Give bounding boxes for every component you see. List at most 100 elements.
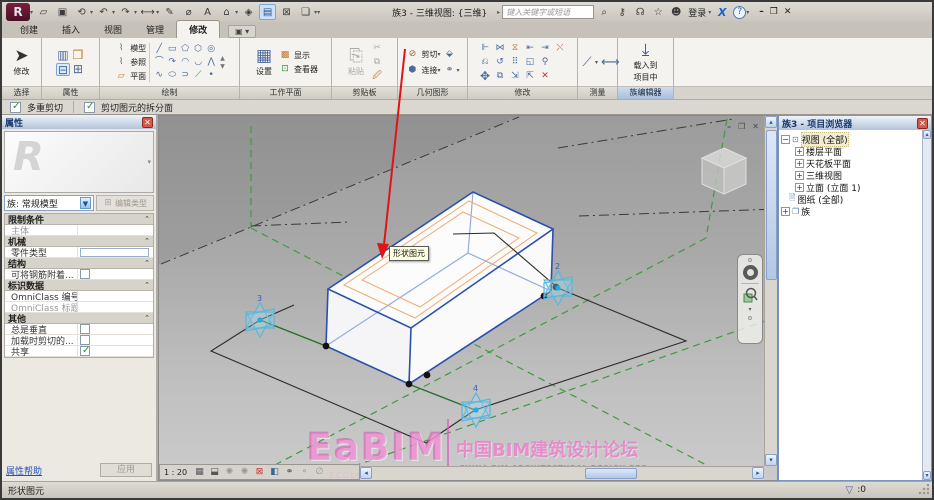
browser-scroll-up-icon[interactable]: ▴ [923,130,931,139]
mirror-axis-icon[interactable]: ⋈ [493,42,507,55]
view-close-icon[interactable]: ✕ [752,122,759,131]
navbar-dot[interactable] [748,316,752,320]
draw-scroll-down-icon[interactable]: ▼ [220,63,225,70]
tab-manage[interactable]: 管理 [134,21,176,38]
draw-circle-icon[interactable]: ◎ [204,43,218,56]
sync-caret-icon[interactable]: ▾ [90,9,93,16]
tree-item-3d-views[interactable]: + 三维视图 [781,169,922,181]
panel-label-select[interactable]: 选择 [2,86,41,99]
type-selector[interactable]: 族: 常规模型 ▼ [4,195,94,211]
show-crop-icon[interactable]: ◧ [268,467,281,477]
move-icon[interactable]: ✥ [478,70,492,83]
draw-line-icon[interactable]: ╱ [152,43,166,56]
scroll-right-icon[interactable]: ▸ [752,467,764,479]
draw-partial-ellipse-icon[interactable]: ⊃ [178,69,192,82]
search-input[interactable]: 键入关键字或短语 [502,5,594,19]
undo-icon[interactable]: ↶ [95,4,112,20]
join-end-icon[interactable]: ⇱ [523,70,537,83]
measure-icon[interactable]: ⌀ [180,4,197,20]
cut-with-voids-checkbox[interactable] [80,335,90,345]
apply-button[interactable]: 应用 [100,463,152,477]
horizontal-scroll-thumb[interactable] [585,468,637,479]
unpin-icon[interactable]: ⇲ [508,70,522,83]
show-work-plane-button[interactable]: ▩显示 [278,49,310,62]
close-button[interactable]: ✕ [784,7,792,17]
draw-ellipse-icon[interactable]: ⬭ [165,69,179,82]
panel-label-measure[interactable]: 测量 [578,86,617,99]
array-icon[interactable]: ⠿ [508,56,522,69]
cut-scissors-icon[interactable]: ✂ [370,42,384,55]
family-types-icon[interactable]: ❒ [71,49,85,62]
horizontal-scrollbar[interactable]: ◂ ▸ [360,466,764,480]
scroll-left-icon[interactable]: ◂ [360,467,372,479]
sync-icon[interactable]: ⟲ [73,4,90,20]
communication-center-icon[interactable]: ☊ [632,7,648,18]
properties-close-icon[interactable]: ✕ [142,117,153,128]
split-faces-checkbox[interactable] [84,102,95,113]
tree-item-views[interactable]: − ⊡ 视图 (全部) [781,133,922,145]
open-icon[interactable]: ▱ [35,4,52,20]
view-minimize-icon[interactable]: – [727,122,731,131]
mirror-pick-icon[interactable]: ⧖ [508,42,522,55]
help-icon[interactable]: ? [733,6,746,19]
draw-tangent-arc-icon[interactable]: ◠ [178,56,192,69]
scale-button[interactable]: 1 : 20 [164,468,187,477]
default-3d-view-icon[interactable]: ⌂ [218,4,235,20]
prop-row-host[interactable]: 主体 [5,225,153,236]
rotate-icon[interactable]: ↺ [493,56,507,69]
panel-label-properties[interactable]: 属性 [42,86,99,99]
draw-plane-button[interactable]: ▱平面 [114,70,146,83]
zoom-caret-icon[interactable]: ▾ [748,306,751,313]
type-selector-caret-icon[interactable]: ▼ [80,197,91,209]
draw-rectangle-icon[interactable]: ▭ [165,43,179,56]
draw-spline2-icon[interactable]: ∿ [152,69,166,82]
navbar-collapse-dot[interactable] [748,258,752,262]
copy-icon[interactable]: ⧉ [370,56,384,69]
title-flyout-icon[interactable]: ▸ [497,9,500,16]
text-icon[interactable]: A [199,4,216,20]
browser-scrollbar[interactable]: ▴ ▾ [922,130,931,480]
search-icon[interactable]: ⌕ [596,7,612,18]
panel-label-clipboard[interactable]: 剪贴板 [332,86,397,99]
tab-modify[interactable]: 修改 [176,20,220,38]
properties-palette-icon[interactable]: ▥ [56,49,70,62]
tree-item-ceiling-plans[interactable]: + 天花板平面 [781,157,922,169]
reveal-hidden-icon[interactable]: ⚬ [298,467,311,477]
load-into-project-button[interactable]: ⤓ 载入到 项目中 [631,40,661,84]
draw-reference-line-button[interactable]: ⌇参照 [114,56,146,69]
save-icon[interactable]: ▣ [54,4,71,20]
set-work-plane-button[interactable]: ▦ 设置 [253,46,275,78]
user-icon[interactable]: ☻ [668,7,684,18]
delete-icon[interactable]: ✕ [538,70,552,83]
filter-icon[interactable]: ▽ [846,485,854,496]
visual-style-icon[interactable]: ⬓ [208,467,221,477]
draw-scroll-up-icon[interactable]: ▲ [220,55,225,62]
split-icon[interactable]: ⤬ [553,42,567,55]
type-properties-icon[interactable]: ⊞ [71,63,85,76]
dimension-caret-icon[interactable]: ▾ [156,9,159,16]
redo-caret-icon[interactable]: ▾ [134,9,137,16]
subscription-key-icon[interactable]: ⚷ [614,7,630,18]
preview-caret-icon[interactable]: ▾ [147,158,151,166]
expand-icon[interactable]: + [795,159,804,168]
tree-item-sheets[interactable]: 🗎 图纸 (全部) [781,193,922,205]
panel-label-modify[interactable]: 修改 [468,86,577,99]
prop-row-shared[interactable]: 共享 [5,346,153,357]
thin-lines-icon[interactable]: ▤ [259,4,276,20]
tab-view[interactable]: 视图 [92,21,134,38]
application-menu-button[interactable]: R [6,3,30,21]
panel-label-work-plane[interactable]: 工作平面 [240,86,331,99]
draw-center-arc-icon[interactable]: ↷ [165,56,179,69]
extrusion-form[interactable] [326,192,553,384]
work-plane-viewer-button[interactable]: ⊡查看器 [278,63,318,76]
geometry-box-icon[interactable]: ⬙ [443,48,457,61]
prop-row-omniclass-title[interactable]: OmniClass 标题 [5,302,153,313]
panel-display-toggle[interactable]: ▣ ▾ [228,25,256,38]
dimension-icon[interactable]: ⟷ [139,4,156,20]
draw-circumscribed-polygon-icon[interactable]: ⬡ [191,43,205,56]
maximize-button[interactable]: ❐ [770,7,778,17]
shadows-icon[interactable]: ✺ [238,467,251,477]
multi-cut-checkbox[interactable] [10,102,21,113]
wall-joins-icon[interactable]: ⚭ [443,64,457,77]
drawing-area[interactable]: 3 2 4 EaBIM ECOLOGY & ARCHITECT [158,115,778,481]
